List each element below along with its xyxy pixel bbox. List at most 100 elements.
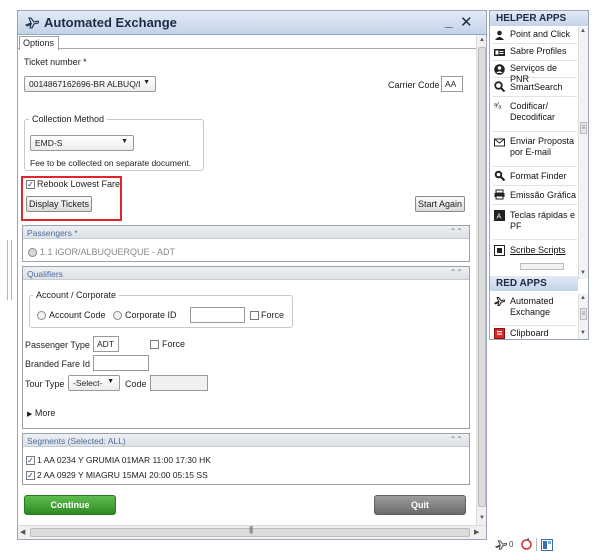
helper-apps-title: HELPER APPS — [490, 11, 588, 26]
grip-icon: ||| — [249, 525, 253, 534]
chevron-down-icon: ▼ — [143, 79, 150, 86]
passenger-type-field[interactable]: ADT — [93, 336, 119, 352]
envelope-icon — [494, 138, 505, 147]
tour-type-value: -Select- — [73, 378, 103, 388]
account-code-input[interactable] — [190, 307, 245, 323]
quit-button[interactable]: Quit — [374, 495, 466, 515]
account-code-label: Account Code — [49, 310, 106, 320]
tray-divider — [536, 538, 537, 551]
helper-hscroll[interactable] — [520, 263, 564, 270]
helper-apps-panel: HELPER APPS Point and Click Sabre Profil… — [489, 10, 589, 340]
segment-checkbox[interactable]: ✓ — [26, 456, 35, 465]
helper-item-enviar-proposta[interactable]: Enviar Proposta por E-mail — [493, 133, 577, 167]
more-label: More — [34, 408, 56, 418]
collapse-icon[interactable]: ⌃⌃ — [450, 227, 463, 236]
tab-options[interactable]: Options — [19, 36, 59, 50]
helper-item-scribe-scripts[interactable]: Scribe Scripts — [493, 243, 577, 259]
magnifier-icon — [494, 81, 505, 92]
scroll-down-icon[interactable]: ▼ — [580, 330, 586, 336]
collapse-icon[interactable]: ⌃⌃ — [450, 435, 463, 444]
id-card-icon — [494, 49, 505, 56]
code-input[interactable] — [150, 375, 208, 391]
continue-button[interactable]: Continue — [24, 495, 116, 515]
force-checkbox[interactable] — [250, 311, 259, 320]
ticket-number-select[interactable]: 0014867162696-BR ALBUQ/I ▼ — [24, 76, 156, 92]
scroll-down-icon[interactable]: ▼ — [477, 513, 487, 523]
helper-scrollbar[interactable]: ▲ ≡ ▼ — [578, 27, 588, 279]
automated-exchange-panel: Automated Exchange _ ✕ Options Ticket nu… — [17, 10, 487, 540]
people-icon — [495, 30, 504, 40]
helper-item-sabre-profiles[interactable]: Sabre Profiles — [493, 45, 577, 61]
segment-item: 2 AA 0929 Y MIAGRU 15MAI 20:00 05:15 SS — [37, 470, 208, 480]
helper-item-label: Sabre Profiles — [510, 46, 567, 56]
passenger-force-checkbox[interactable] — [150, 340, 159, 349]
grip-icon[interactable]: ≡ — [580, 308, 587, 320]
helper-item-servicos-de-pnr[interactable]: Serviços de PNR — [493, 62, 577, 84]
helper-item-label: Scribe Scripts — [510, 245, 566, 255]
display-tickets-button[interactable]: Display Tickets — [26, 196, 92, 212]
red-apps-scrollbar[interactable]: ▲ ≡ ▼ — [578, 294, 588, 339]
scroll-thumb[interactable]: ||| — [30, 525, 470, 537]
branded-fare-input[interactable] — [93, 355, 149, 371]
splitter-handle[interactable] — [7, 240, 12, 300]
qualifiers-header[interactable]: Qualifiers ⌃⌃ — [23, 267, 469, 280]
layout-icon[interactable] — [541, 539, 553, 551]
rebook-lowest-fare-checkbox[interactable]: ✓ — [26, 180, 35, 189]
helper-item-label: Point and Click — [510, 29, 571, 39]
helper-item-teclas-rapidas[interactable]: A Teclas rápidas e PF — [493, 206, 577, 240]
vertical-scrollbar[interactable]: ▲ ▼ — [476, 35, 486, 525]
horizontal-scrollbar[interactable]: ◀ ||| ▶ — [18, 525, 486, 539]
segments-header[interactable]: Segments (Selected: ALL) ⌃⌃ — [23, 434, 469, 447]
force-label: Force — [261, 310, 285, 320]
helper-item-label: Emissão Gráfica — [510, 190, 577, 200]
rebook-lowest-fare-label: Rebook Lowest Fare — [37, 179, 121, 189]
svg-text:A: A — [497, 213, 502, 221]
collection-method-select[interactable]: EMD-S ▼ — [30, 135, 134, 151]
red-apps-title: RED APPS — [490, 276, 578, 291]
account-code-radio[interactable] — [37, 311, 46, 320]
helper-item-smartsearch[interactable]: SmartSearch — [493, 79, 577, 97]
chevron-right-icon: ▶ — [27, 411, 33, 418]
scroll-up-icon[interactable]: ▲ — [580, 28, 586, 34]
panel-titlebar: Automated Exchange _ ✕ — [18, 11, 486, 35]
scroll-up-icon[interactable]: ▲ — [580, 295, 586, 301]
carrier-code-label: Carrier Code — [388, 80, 440, 90]
segment-checkbox[interactable]: ✓ — [26, 471, 35, 480]
passenger-force-label: Force — [162, 339, 186, 349]
helper-item-label: Format Finder — [510, 171, 567, 181]
helper-item-label: Teclas rápidas e PF — [510, 210, 576, 231]
helper-item-point-and-click[interactable]: Point and Click — [493, 28, 577, 44]
more-toggle[interactable]: ▶ More — [27, 408, 55, 418]
passenger-radio[interactable] — [28, 248, 37, 257]
close-button[interactable]: ✕ — [460, 13, 473, 31]
helper-item-emissao-grafica[interactable]: Emissão Gráfica — [493, 187, 577, 205]
collection-note: Fee to be collected on separate document… — [30, 158, 192, 168]
branded-fare-label: Branded Fare Id — [25, 359, 91, 369]
passengers-header[interactable]: Passengers * ⌃⌃ — [23, 226, 469, 239]
carrier-code-field[interactable]: AA — [441, 76, 463, 92]
plane-icon — [494, 297, 505, 306]
red-app-clipboard[interactable]: Clipboard — [493, 327, 577, 341]
corporate-id-radio[interactable] — [113, 311, 122, 320]
tour-type-label: Tour Type — [25, 379, 65, 389]
tour-type-select[interactable]: -Select- ▼ — [68, 375, 120, 391]
helper-item-codificar[interactable]: ᵃ⁄ₐ Codificar/ Decodificar — [493, 98, 577, 132]
scroll-up-icon[interactable]: ▲ — [477, 35, 487, 45]
collection-method-title: Collection Method — [29, 114, 108, 124]
qualifiers-section: Qualifiers ⌃⌃ Account / Corporate Accoun… — [22, 266, 470, 429]
scroll-thumb[interactable] — [478, 47, 486, 507]
scroll-left-icon[interactable]: ◀ — [20, 528, 25, 536]
minimize-button[interactable]: _ — [445, 13, 453, 29]
scroll-down-icon[interactable]: ▼ — [580, 270, 586, 276]
panel-title: Automated Exchange — [44, 15, 177, 30]
plane-icon[interactable] — [495, 539, 507, 551]
red-app-automated-exchange[interactable]: Automated Exchange — [493, 294, 577, 326]
collapse-icon[interactable]: ⌃⌃ — [450, 268, 463, 277]
refresh-icon[interactable] — [520, 538, 533, 551]
passenger-item: 1.1 IGOR/ALBUQUERQUE - ADT — [40, 247, 176, 257]
helper-item-format-finder[interactable]: Format Finder — [493, 168, 577, 186]
grip-icon[interactable]: ≡ — [580, 122, 587, 134]
scroll-right-icon[interactable]: ▶ — [474, 528, 479, 536]
passengers-header-label: Passengers * — [27, 228, 78, 238]
start-again-button[interactable]: Start Again — [415, 196, 465, 212]
